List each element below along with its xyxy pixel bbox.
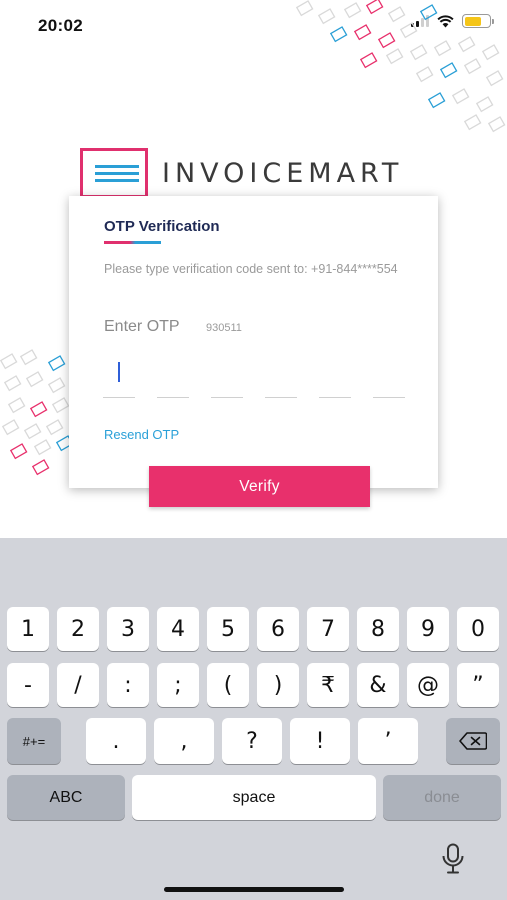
card-title: OTP Verification — [104, 218, 220, 235]
key-9[interactable]: 9 — [407, 607, 449, 651]
otp-card: OTP Verification Please type verificatio… — [69, 196, 438, 488]
key-rupee[interactable]: ₹ — [307, 663, 349, 707]
key-3[interactable]: 3 — [107, 607, 149, 651]
key-ampersand[interactable]: & — [357, 663, 399, 707]
microphone-icon[interactable] — [440, 843, 466, 875]
key-open-paren[interactable]: ( — [207, 663, 249, 707]
key-exclamation[interactable]: ! — [290, 718, 350, 764]
hamburger-logo-icon — [80, 148, 148, 198]
key-apostrophe[interactable]: ’ — [358, 718, 418, 764]
status-time: 20:02 — [38, 16, 83, 35]
decorative-pattern-left — [0, 349, 74, 476]
key-7[interactable]: 7 — [307, 607, 349, 651]
space-key[interactable]: space — [132, 775, 376, 820]
key-6[interactable]: 6 — [257, 607, 299, 651]
otp-digit-input[interactable] — [103, 356, 135, 398]
key-5[interactable]: 5 — [207, 607, 249, 651]
done-key[interactable]: done — [383, 775, 501, 820]
key-0[interactable]: 0 — [457, 607, 499, 651]
key-colon[interactable]: : — [107, 663, 149, 707]
key-at[interactable]: @ — [407, 663, 449, 707]
key-period[interactable]: . — [86, 718, 146, 764]
otp-digit-input[interactable] — [265, 356, 297, 398]
otp-digit-input[interactable] — [319, 356, 351, 398]
key-2[interactable]: 2 — [57, 607, 99, 651]
key-4[interactable]: 4 — [157, 607, 199, 651]
key-quote[interactable]: ” — [457, 663, 499, 707]
key-hyphen[interactable]: - — [7, 663, 49, 707]
otp-hint: 930511 — [206, 322, 242, 334]
otp-input-row — [103, 356, 405, 398]
key-semicolon[interactable]: ; — [157, 663, 199, 707]
decorative-pattern-top — [295, 0, 506, 133]
abc-key[interactable]: ABC — [7, 775, 125, 820]
symbols-mode-key[interactable]: #+= — [7, 718, 61, 764]
verify-button[interactable]: Verify — [149, 466, 370, 507]
key-question[interactable]: ? — [222, 718, 282, 764]
key-8[interactable]: 8 — [357, 607, 399, 651]
backspace-icon — [459, 732, 487, 750]
key-close-paren[interactable]: ) — [257, 663, 299, 707]
brand-name: INVOICEMART — [162, 157, 404, 189]
title-underline — [104, 241, 161, 244]
otp-digit-input[interactable] — [157, 356, 189, 398]
otp-digit-input[interactable] — [211, 356, 243, 398]
brand-logo: INVOICEMART — [80, 148, 403, 198]
otp-label: Enter OTP — [104, 318, 180, 335]
key-slash[interactable]: / — [57, 663, 99, 707]
key-comma[interactable]: , — [154, 718, 214, 764]
home-indicator[interactable] — [164, 887, 344, 892]
resend-otp-link[interactable]: Resend OTP — [104, 427, 179, 442]
otp-description: Please type verification code sent to: +… — [104, 262, 398, 276]
text-caret — [118, 362, 120, 382]
key-1[interactable]: 1 — [7, 607, 49, 651]
otp-digit-input[interactable] — [373, 356, 405, 398]
delete-key[interactable] — [446, 718, 500, 764]
